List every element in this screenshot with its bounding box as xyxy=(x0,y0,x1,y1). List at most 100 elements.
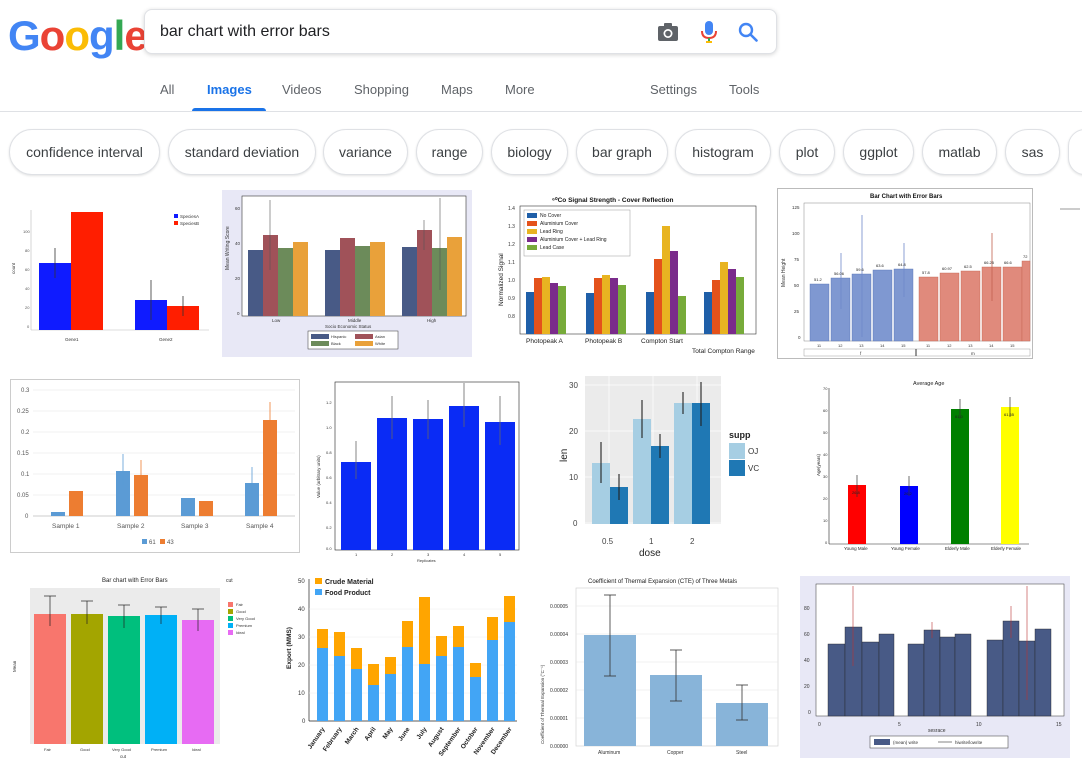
y-tick: 1.0 xyxy=(326,425,332,430)
x-tick: Compton Start xyxy=(641,338,683,345)
y-tick: 0.00003 xyxy=(550,660,568,666)
x-tick: Middle xyxy=(348,318,362,323)
chip-biology[interactable]: biology xyxy=(491,129,568,175)
y-tick: 100 xyxy=(23,229,30,234)
x-tick: Fair xyxy=(44,747,52,752)
image-result-7[interactable]: 30 20 10 0 len 0.5 1 2 dose supp OJ VC xyxy=(545,372,775,560)
tab-videos[interactable]: Videos xyxy=(282,82,322,97)
camera-icon[interactable] xyxy=(656,20,680,44)
data-label: 63.6 xyxy=(876,263,885,268)
x-tick: 13 xyxy=(859,343,864,348)
tab-shopping[interactable]: Shopping xyxy=(354,82,409,97)
y-tick: 1.3 xyxy=(508,224,515,230)
search-icon[interactable] xyxy=(736,20,760,44)
y-tick: 50 xyxy=(298,579,305,585)
x-tick: 5 xyxy=(898,722,901,728)
legend-label: Lead Case xyxy=(540,245,564,251)
chip-matlab[interactable]: matlab xyxy=(922,129,997,175)
image-result-partial[interactable] xyxy=(1058,198,1082,228)
y-tick: 10 xyxy=(823,518,828,523)
x-label: sesrace xyxy=(928,728,946,734)
x-tick: 3 xyxy=(427,552,430,557)
microphone-icon[interactable] xyxy=(697,20,721,44)
data-label: 51.2 xyxy=(814,277,823,282)
chip-more-partial[interactable] xyxy=(1068,129,1082,175)
image-result-9[interactable]: Bar chart with Error Bars cut Fair Good … xyxy=(8,568,265,766)
y-label: Coefficient of Thermal Expansion (°C⁻¹) xyxy=(540,664,545,744)
x-tick: 2 xyxy=(690,537,695,546)
image-result-5[interactable]: 0.3 0.25 0.2 0.15 0.1 0.05 0 Sample 1 Sa… xyxy=(10,379,300,553)
chip-standard-deviation[interactable]: standard deviation xyxy=(168,129,316,175)
x-tick: Very Good xyxy=(112,747,131,752)
y-label: Mean Height xyxy=(781,258,787,287)
data-label: 61.0 xyxy=(955,414,964,419)
legend-label: Aluminium Cover + Lead Ring xyxy=(540,237,607,243)
image-result-12[interactable]: 80 60 40 20 0 0 5 10 15 sesrace (mean) w… xyxy=(800,576,1070,758)
x-label: cut xyxy=(120,754,127,759)
chip-variance[interactable]: variance xyxy=(323,129,408,175)
tab-tools[interactable]: Tools xyxy=(729,82,759,97)
y-tick: 75 xyxy=(794,257,800,262)
x-tick: Sample 2 xyxy=(117,523,145,530)
y-label: Age(years) xyxy=(816,453,821,476)
legend-label: VC xyxy=(748,464,759,473)
y-label: Value (arbitrary units) xyxy=(316,455,321,498)
x-tick: 0 xyxy=(818,722,821,728)
data-label: 57.8 xyxy=(922,270,931,275)
x-tick: Total Compton Range xyxy=(692,348,755,355)
y-label: count xyxy=(11,262,16,274)
x-tick: 12 xyxy=(838,343,843,348)
y-tick: 20 xyxy=(235,276,241,281)
chip-histogram[interactable]: histogram xyxy=(675,129,771,175)
y-tick: 0.4 xyxy=(326,500,332,505)
y-tick: 0 xyxy=(237,311,240,316)
legend-label: Food Product xyxy=(325,590,371,597)
x-tick: 11 xyxy=(926,343,931,348)
x-tick: Premium xyxy=(151,747,168,752)
search-input[interactable] xyxy=(160,21,640,43)
y-tick: 10 xyxy=(298,691,305,697)
image-result-11[interactable]: Coefficient of Thermal Expansion (CTE) o… xyxy=(536,574,781,758)
legend-label: hiwrite/lowrite xyxy=(955,740,983,745)
y-tick: 0 xyxy=(573,519,578,528)
image-result-6[interactable]: Value (arbitrary units) 1.2 1.0 0.8 0.6 … xyxy=(313,374,525,566)
tab-maps[interactable]: Maps xyxy=(441,82,473,97)
x-label: Replicates xyxy=(417,558,436,563)
y-tick: 80 xyxy=(25,248,30,253)
x-tick: 15 xyxy=(1010,343,1015,348)
x-tick: Photopeak A xyxy=(526,338,564,345)
y-tick: 50 xyxy=(794,283,800,288)
image-result-10[interactable]: Crude Material Food Product Export (MMS)… xyxy=(283,573,519,771)
chip-range[interactable]: range xyxy=(416,129,483,175)
image-result-8[interactable]: Average Age 26.8 26.2 61.0 61.55 Age(yea… xyxy=(815,376,1035,554)
chip-ggplot[interactable]: ggplot xyxy=(843,129,914,175)
chart-title: Average Age xyxy=(913,381,944,387)
tab-images[interactable]: Images xyxy=(207,82,252,97)
chart-title: Coefficient of Thermal Expansion (CTE) o… xyxy=(588,579,737,585)
image-result-3[interactable]: ⁶⁰Co Signal Strength - Cover Reflection … xyxy=(492,190,760,357)
image-result-4[interactable]: Bar Chart with Error Bars Mean Height 12… xyxy=(777,188,1033,359)
tab-settings[interactable]: Settings xyxy=(650,82,697,97)
image-result-2[interactable]: Mean Writing Score 60 40 20 0 Low Middle… xyxy=(222,190,472,357)
x-tick: Copper xyxy=(667,750,684,756)
chart-title: Bar chart with Error Bars xyxy=(102,578,168,584)
google-logo[interactable]: Google xyxy=(8,12,148,60)
y-label: Export (MMS) xyxy=(286,627,293,669)
image-result-1[interactable]: SpeciesA SpeciesB Gene1 Gene2 count 100 … xyxy=(9,190,213,355)
x-tick: Gene1 xyxy=(65,337,79,342)
chip-plot[interactable]: plot xyxy=(779,129,835,175)
chip-bar-graph[interactable]: bar graph xyxy=(576,129,668,175)
legend-label: OJ xyxy=(748,447,758,456)
x-tick: July xyxy=(415,726,428,741)
chip-sas[interactable]: sas xyxy=(1005,129,1060,175)
x-tick: Ideal xyxy=(192,747,201,752)
y-label: Mean Writing Score xyxy=(225,226,231,270)
tab-more[interactable]: More xyxy=(505,82,535,97)
y-tick: 30 xyxy=(569,381,578,390)
y-tick: 0.05 xyxy=(17,493,29,499)
tab-all[interactable]: All xyxy=(160,82,174,97)
legend-label: Black xyxy=(331,341,341,346)
chip-confidence-interval[interactable]: confidence interval xyxy=(9,129,160,175)
y-tick: 1.4 xyxy=(508,206,515,212)
legend-label: Aluminium Cover xyxy=(540,221,578,227)
